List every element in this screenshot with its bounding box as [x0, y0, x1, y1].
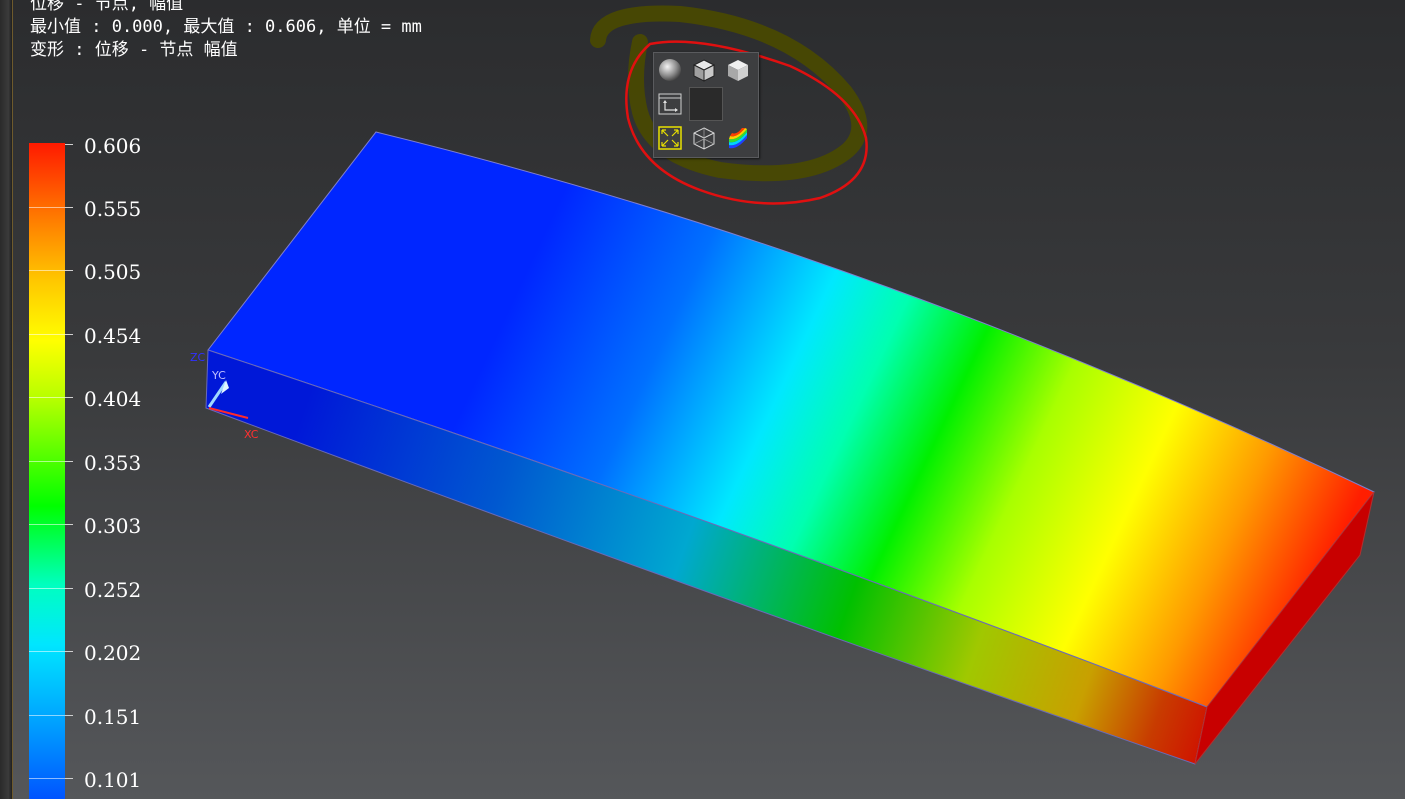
shaded-button[interactable] — [723, 55, 753, 85]
coordinate-view-icon — [658, 93, 682, 115]
fit-view-icon — [658, 126, 682, 150]
yc-axis-label: YC — [211, 369, 226, 382]
shaded-sphere-button[interactable] — [655, 55, 685, 85]
coordinate-view-button[interactable] — [655, 89, 685, 119]
wireframe-button[interactable] — [689, 123, 719, 153]
shaded-edges-cube-icon — [692, 59, 716, 82]
fit-view-button[interactable] — [655, 123, 685, 153]
contour-plot-button[interactable] — [723, 123, 753, 153]
view-toolbar — [653, 52, 759, 158]
contour-plot-icon — [729, 128, 747, 149]
graphics-viewport[interactable]: 位移 - 节点, 幅值 最小值 : 0.000, 最大值 : 0.606, 单位… — [0, 0, 1405, 799]
zc-axis-label: ZC — [190, 351, 206, 364]
xc-axis-label: XC — [244, 428, 259, 441]
shaded-cube-icon — [728, 60, 748, 81]
wireframe-cube-icon — [693, 127, 715, 150]
shaded-sphere-icon — [659, 59, 681, 81]
blank-slot-button[interactable] — [689, 87, 723, 121]
shaded-edges-button[interactable] — [689, 55, 719, 85]
